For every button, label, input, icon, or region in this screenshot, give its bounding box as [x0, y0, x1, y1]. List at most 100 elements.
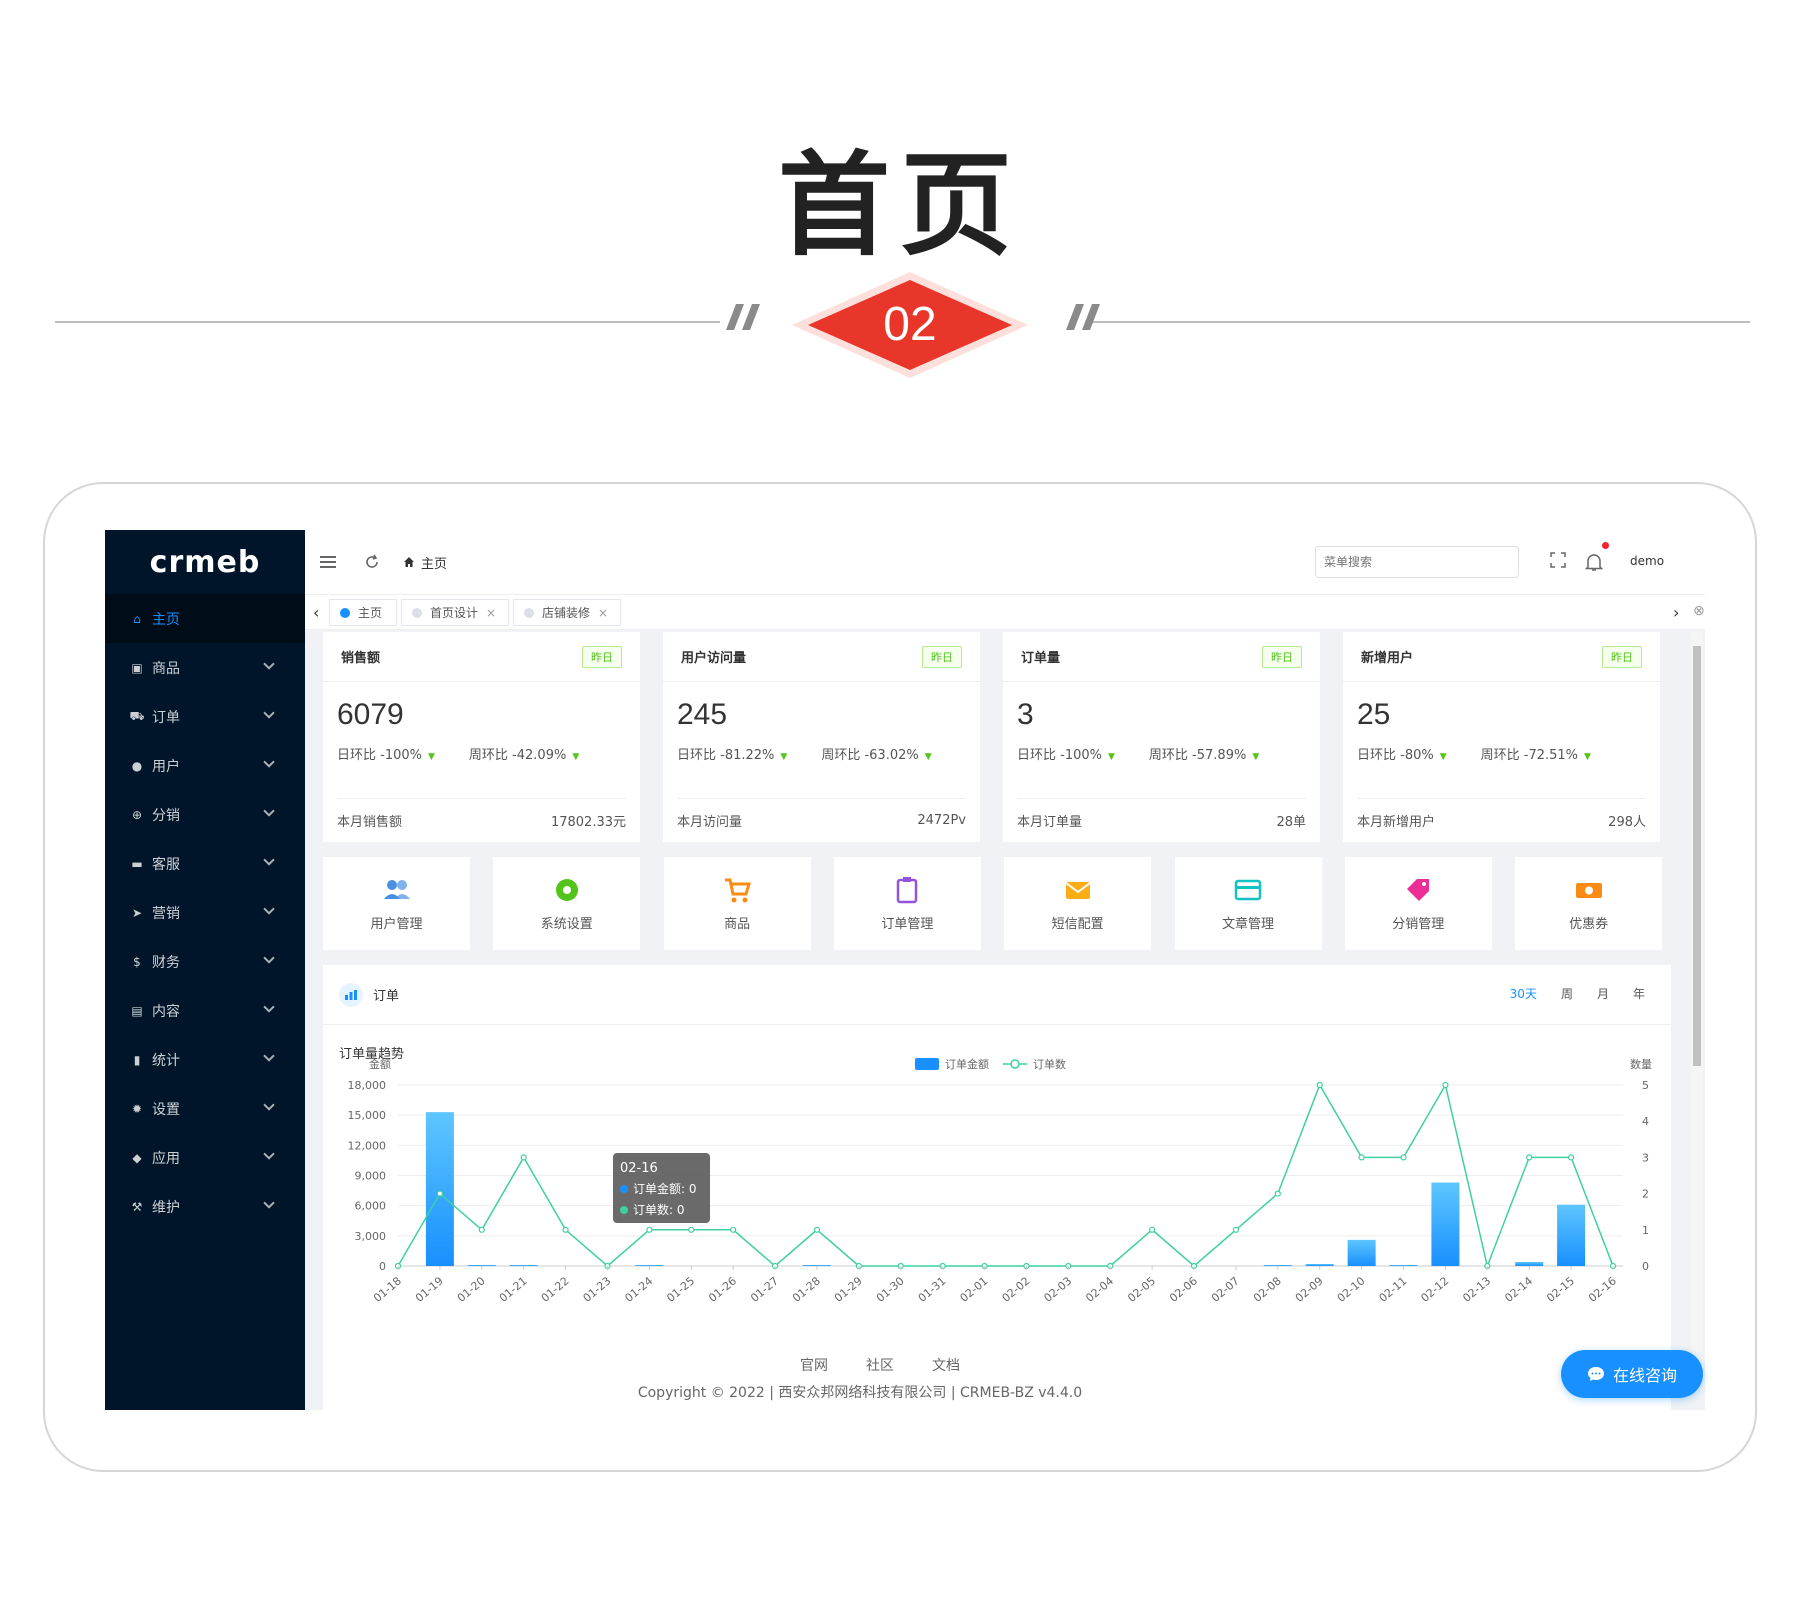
sidebar-item[interactable]: ● 用户 — [105, 741, 305, 790]
trend-label: 周环比 -63.02% — [821, 748, 919, 763]
menu-search-input[interactable] — [1315, 546, 1519, 578]
footer-link[interactable]: 文档 — [932, 1355, 960, 1375]
bar[interactable] — [802, 1264, 831, 1266]
line-point[interactable] — [562, 1226, 569, 1233]
bar[interactable] — [1347, 1239, 1376, 1266]
sidebar-item[interactable]: ▮ 统计 — [105, 1035, 305, 1084]
bar[interactable] — [425, 1112, 454, 1266]
sidebar-item[interactable]: ⊕ 分销 — [105, 790, 305, 839]
quick-link[interactable]: 短信配置 — [1004, 857, 1152, 950]
quick-link[interactable]: 商品 — [663, 857, 811, 950]
quick-link[interactable]: 订单管理 — [833, 857, 981, 950]
line-point[interactable] — [1316, 1081, 1323, 1089]
quote-mark-icon — [1066, 304, 1100, 330]
sidebar-item[interactable]: ⌂ 主页 — [105, 594, 305, 643]
footer-link[interactable]: 社区 — [866, 1355, 894, 1375]
sidebar-item-label: 设置 — [152, 1101, 180, 1118]
line-point[interactable] — [1442, 1081, 1449, 1089]
stat-trend: 日环比 -80% ▼ 周环比 -72.51% ▼ — [1343, 732, 1660, 763]
bar[interactable] — [1389, 1264, 1418, 1266]
line-point[interactable] — [478, 1226, 485, 1233]
bar[interactable] — [635, 1264, 664, 1266]
bar[interactable] — [467, 1264, 496, 1266]
quick-link-label: 优惠券 — [1569, 917, 1609, 932]
bar[interactable] — [1515, 1261, 1544, 1266]
bell-icon[interactable] — [1584, 552, 1605, 572]
sidebar-item-label: 统计 — [152, 1052, 180, 1069]
stat-footer-label: 本月订单量 — [1017, 815, 1083, 830]
content-scrollbar[interactable] — [1691, 632, 1703, 1352]
bar[interactable] — [1305, 1263, 1334, 1266]
bar[interactable] — [1431, 1182, 1460, 1266]
line-point[interactable] — [688, 1226, 695, 1233]
line-point[interactable] — [1232, 1226, 1240, 1233]
quick-link[interactable]: 用户管理 — [323, 857, 470, 950]
tab-label: 主页 — [358, 606, 383, 620]
line-point[interactable] — [1149, 1226, 1156, 1233]
stat-card-header: 订单量 昨日 — [1003, 632, 1320, 682]
line-point[interactable] — [646, 1226, 653, 1233]
order-chart-card: 订单 30天周月年 订单量趋势 0 3,000 6,000 9,000 12,000 15… — [323, 965, 1671, 1410]
online-consult-button[interactable]: 在线咨询 — [1561, 1350, 1703, 1398]
scrollbar-thumb[interactable] — [1693, 646, 1701, 1066]
sidebar-item[interactable]: ▣ 商品 — [105, 643, 305, 692]
sidebar-item-label: 订单 — [152, 709, 180, 726]
tab-dot-icon — [340, 607, 350, 618]
bar[interactable] — [1263, 1264, 1292, 1266]
trend-week: 周环比 -63.02% ▼ — [821, 744, 931, 763]
period-tag: 昨日 — [1262, 645, 1302, 668]
sidebar-item[interactable]: ◆ 应用 — [105, 1133, 305, 1182]
line-point[interactable] — [1274, 1190, 1281, 1197]
sidebar-item[interactable]: ▤ 内容 — [105, 986, 305, 1035]
close-icon[interactable]: × — [486, 606, 496, 620]
stat-footer-label: 本月销售额 — [337, 815, 403, 830]
tab[interactable]: 主页 — [329, 599, 397, 626]
sidebar-item[interactable]: ⚒ 维护 — [105, 1182, 305, 1231]
page-heading: 首页 — [778, 141, 1022, 271]
line-point[interactable] — [1358, 1154, 1365, 1161]
tab-label: 首页设计 — [430, 606, 479, 620]
sidebar-item[interactable]: ✹ 设置 — [105, 1084, 305, 1133]
tabs-bar: ‹ 主页 首页设计 × 店铺装修 × › ⊗ — [305, 594, 1705, 630]
top-header: 主页 demo — [305, 530, 1705, 594]
bar-chart-icon: ▮ — [133, 1052, 141, 1067]
line-point[interactable] — [1568, 1154, 1575, 1161]
line-point[interactable] — [1526, 1154, 1533, 1161]
bar[interactable] — [1557, 1204, 1586, 1266]
caret-down-icon: ▼ — [1252, 752, 1260, 762]
refresh-icon[interactable] — [363, 553, 381, 571]
tabs-next-icon[interactable]: › — [1673, 603, 1679, 622]
sidebar-item[interactable]: ▬ 客服 — [105, 839, 305, 888]
menu-toggle-icon[interactable] — [319, 553, 337, 571]
tab[interactable]: 店铺装修 × — [513, 599, 621, 626]
x-tick-label: 01-26 — [706, 1274, 739, 1305]
fullscreen-icon[interactable] — [1550, 552, 1570, 572]
quick-link[interactable]: 文章管理 — [1174, 857, 1322, 950]
close-icon[interactable]: × — [598, 606, 608, 620]
sidebar-item[interactable]: ➤ 营销 — [105, 888, 305, 937]
footer-link[interactable]: 官网 — [800, 1355, 828, 1375]
quick-link[interactable]: 分销管理 — [1344, 857, 1492, 950]
quick-link[interactable]: 系统设置 — [493, 857, 641, 950]
tab-dot-icon — [412, 607, 422, 618]
tabs-prev-icon[interactable]: ‹ — [313, 603, 319, 622]
line-point[interactable] — [813, 1226, 821, 1233]
tooltip-row: 订单数: 0 — [633, 1202, 685, 1217]
sidebar-item[interactable]: $ 财务 — [105, 937, 305, 986]
line-point[interactable] — [436, 1190, 443, 1197]
close-tabs-icon[interactable]: ⊗ — [1693, 603, 1705, 619]
line-point[interactable] — [520, 1154, 527, 1161]
y-tick-right: 3 — [1642, 1151, 1649, 1164]
x-tick-label: 02-10 — [1335, 1274, 1368, 1305]
line-point[interactable] — [1400, 1154, 1407, 1161]
logo[interactable]: crmeb — [105, 530, 305, 594]
tab[interactable]: 首页设计 × — [401, 599, 509, 626]
legend-swatch-bar[interactable] — [915, 1058, 939, 1070]
breadcrumb[interactable]: 主页 — [403, 553, 447, 572]
user-menu[interactable]: demo — [1630, 554, 1664, 568]
quick-link[interactable]: 优惠券 — [1515, 857, 1663, 950]
bar[interactable] — [509, 1264, 538, 1266]
sidebar-item[interactable]: ⛟ 订单 — [105, 692, 305, 741]
line-point[interactable] — [730, 1226, 737, 1233]
stat-card: 用户访问量 昨日 245 日环比 -81.22% ▼ 周环比 -63.02% ▼ 本月访问量 2… — [663, 632, 980, 842]
